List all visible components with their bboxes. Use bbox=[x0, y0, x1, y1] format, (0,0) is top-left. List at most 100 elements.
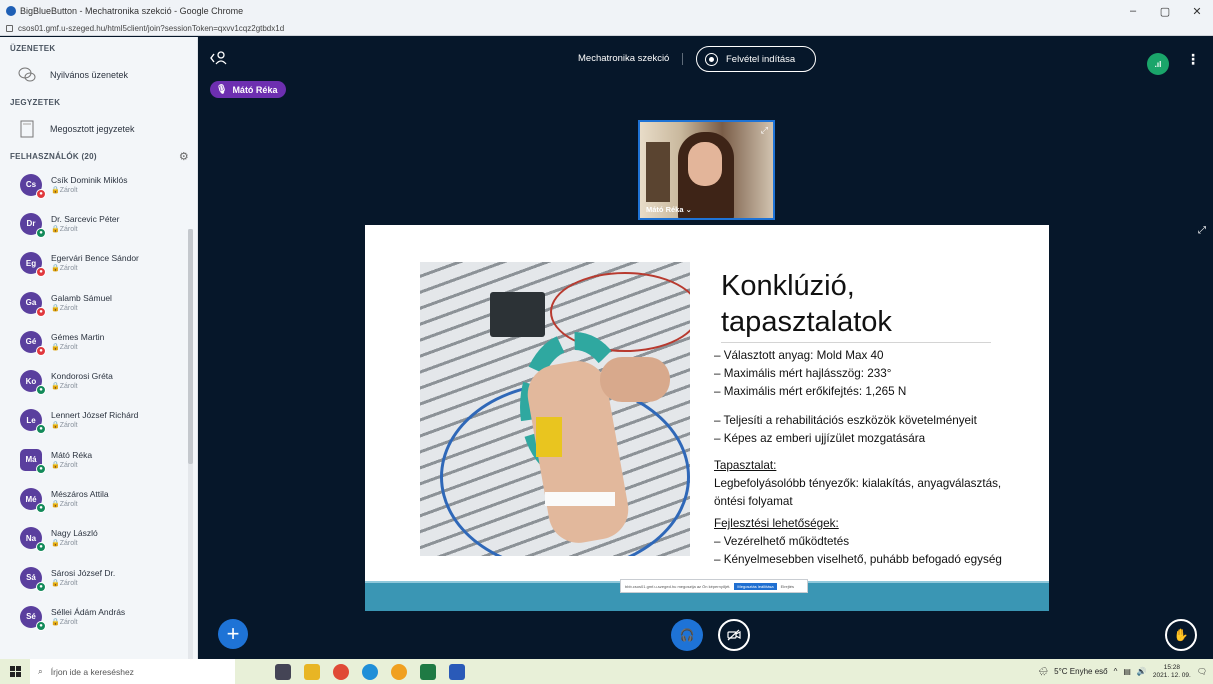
browser-titlebar: BigBlueButton - Mechatronika szekció - G… bbox=[0, 0, 1213, 22]
headphones-icon: ● bbox=[36, 463, 46, 474]
screen-share-notice: bbb.csos01.gmf.u-szeged.hu megosztja az … bbox=[620, 579, 808, 593]
start-recording-button[interactable]: Felvétel indítása bbox=[696, 46, 816, 72]
settings-gear-icon[interactable]: ⚙ bbox=[179, 150, 189, 163]
development-block: Fejlesztési lehetőségek: – Vezérelhető m… bbox=[714, 517, 1002, 566]
muted-mic-icon: ● bbox=[36, 306, 46, 317]
actions-plus-button[interactable]: + bbox=[218, 619, 248, 649]
windows-taskbar: ⌕ Írjon ide a kereséshez 🌧 5°C Enyhe eső… bbox=[0, 659, 1213, 684]
bullet-list-2: – Teljesíti a rehabilitációs eszközök kö… bbox=[714, 414, 977, 445]
photo-strap bbox=[545, 492, 615, 506]
experience-block: Tapasztalat: Legbefolyásolóbb tényezők: … bbox=[714, 459, 1002, 508]
network-icon[interactable]: ▤ bbox=[1123, 667, 1131, 676]
divider bbox=[682, 53, 683, 65]
user-item[interactable]: Na ● Nagy László 🔒Zárolt bbox=[0, 519, 197, 558]
user-item[interactable]: Ko ● Kondorosi Gréta 🔒Zárolt bbox=[0, 361, 197, 400]
document-icon bbox=[18, 120, 36, 138]
user-name: Gémes Martin bbox=[51, 331, 105, 342]
lock-icon bbox=[6, 25, 13, 32]
public-chat-item[interactable]: Nyilvános üzenetek bbox=[0, 59, 197, 91]
user-status: 🔒Zárolt bbox=[51, 422, 78, 430]
user-item[interactable]: Cs ● Csík Dominik Miklós 🔒Zárolt bbox=[0, 165, 197, 204]
shared-notes-item[interactable]: Megosztott jegyzetek bbox=[0, 113, 197, 145]
file-explorer-icon[interactable] bbox=[304, 663, 320, 680]
chat-bubbles-icon bbox=[18, 66, 36, 84]
user-status: 🔒Zárolt bbox=[51, 304, 78, 312]
user-name: Nagy László bbox=[51, 528, 98, 539]
tray-chevron-icon[interactable]: ^ bbox=[1114, 667, 1118, 676]
volume-icon[interactable]: 🔊 bbox=[1137, 667, 1147, 676]
search-icon: ⌕ bbox=[38, 666, 43, 676]
windows-start-icon[interactable] bbox=[0, 659, 30, 684]
notes-heading: JEGYZETEK bbox=[10, 97, 61, 107]
user-name: Kondorosi Gréta bbox=[51, 371, 113, 382]
user-item[interactable]: Gé ● Gémes Martin 🔒Zárolt bbox=[0, 322, 197, 361]
weather-text[interactable]: 5°C Enyhe eső bbox=[1054, 667, 1107, 676]
user-item[interactable]: Sé ● Séllei Ádám András 🔒Zárolt bbox=[0, 597, 197, 636]
hide-notice-link[interactable]: Elrejtés bbox=[781, 584, 794, 589]
chrome-icon[interactable] bbox=[333, 663, 349, 680]
muted-mic-icon: ● bbox=[36, 345, 46, 356]
headphones-icon: ● bbox=[36, 503, 46, 514]
photo-clip bbox=[536, 417, 562, 457]
maximize-button[interactable]: ▢ bbox=[1149, 5, 1181, 18]
address-bar[interactable]: csos01.gmf.u-szeged.hu/html5client/join?… bbox=[0, 22, 1213, 36]
main-presentation-area: 🎙 Mátó Réka Mechatronika szekció Felvéte… bbox=[198, 37, 1213, 659]
user-item[interactable]: Mé ● Mészáros Attila 🔒Zárolt bbox=[0, 479, 197, 518]
taskbar-clock[interactable]: 15:28 2021. 12. 09. bbox=[1153, 664, 1191, 680]
user-item[interactable]: Eg ● Egervári Bence Sándor 🔒Zárolt bbox=[0, 244, 197, 283]
user-name: Galamb Sámuel bbox=[51, 292, 112, 303]
record-icon bbox=[705, 52, 718, 66]
raise-hand-button[interactable]: ✋ bbox=[1165, 619, 1197, 651]
user-name: Lennert József Richárd bbox=[51, 410, 139, 421]
close-window-button[interactable]: ✕ bbox=[1181, 5, 1213, 18]
public-chat-label: Nyilvános üzenetek bbox=[50, 70, 129, 80]
user-name: Sárosi József Dr. bbox=[51, 567, 116, 578]
user-status: 🔒Zárolt bbox=[51, 186, 78, 194]
current-speaker-badge[interactable]: 🎙 Mátó Réka bbox=[210, 81, 287, 98]
taskbar-search[interactable]: ⌕ Írjon ide a kereséshez bbox=[30, 659, 235, 684]
toggle-userlist-icon[interactable] bbox=[210, 51, 228, 68]
minimize-button[interactable]: – bbox=[1117, 5, 1149, 17]
user-status: 🔒Zárolt bbox=[51, 540, 78, 548]
user-item[interactable]: Ga ● Galamb Sámuel 🔒Zárolt bbox=[0, 283, 197, 322]
task-view-icon[interactable] bbox=[275, 663, 291, 680]
options-menu-icon[interactable]: ⋮ bbox=[1186, 51, 1200, 68]
user-item[interactable]: Sá ● Sárosi József Dr. 🔒Zárolt bbox=[0, 558, 197, 597]
user-name: Csík Dominik Miklós bbox=[51, 174, 128, 185]
user-list-scrollbar[interactable] bbox=[188, 229, 193, 659]
headphones-icon: ● bbox=[36, 542, 46, 553]
user-status: 🔒Zárolt bbox=[51, 343, 78, 351]
system-tray: 🌧 5°C Enyhe eső ^ ▤ 🔊 15:28 2021. 12. 09… bbox=[1038, 659, 1207, 684]
avatar: Le ● bbox=[20, 409, 46, 435]
chrome-canary-icon[interactable] bbox=[391, 663, 407, 680]
stop-sharing-button[interactable]: Megosztás leállítása bbox=[734, 582, 777, 590]
avatar: Gé ● bbox=[20, 330, 46, 356]
connection-status-icon[interactable]: .ıl bbox=[1147, 53, 1169, 75]
avatar: Eg ● bbox=[20, 252, 46, 278]
camera-off-button[interactable] bbox=[718, 619, 750, 651]
notifications-icon[interactable]: 🗨 bbox=[1197, 667, 1207, 676]
user-item-self[interactable]: Má ● Mátó Réka 🔒Zárolt bbox=[0, 440, 197, 479]
fullscreen-icon[interactable]: ⤢ bbox=[761, 125, 768, 136]
users-heading: FELHASZNÁLÓK (20) ⚙ bbox=[10, 150, 189, 163]
bigbluebutton-favicon-icon bbox=[6, 6, 16, 16]
user-item[interactable]: Dr ● Dr. Sarcevic Péter 🔒Zárolt bbox=[0, 204, 197, 243]
muted-mic-icon: ● bbox=[36, 188, 46, 199]
taskbar-apps bbox=[275, 663, 465, 680]
muted-mic-icon: ● bbox=[36, 267, 46, 278]
user-item[interactable]: Le ● Lennert József Richárd 🔒Zárolt bbox=[0, 401, 197, 440]
word-icon[interactable] bbox=[449, 663, 465, 680]
photo-hand bbox=[600, 357, 670, 402]
weather-icon: 🌧 bbox=[1037, 667, 1049, 676]
messages-heading: ÜZENETEK bbox=[10, 43, 56, 53]
scrollbar-thumb[interactable] bbox=[188, 229, 193, 464]
webcam-video[interactable]: ⤢ Mátó Réka ⌄ bbox=[638, 120, 775, 220]
edge-icon[interactable] bbox=[362, 663, 378, 680]
presentation-fullscreen-icon[interactable]: ⤢ bbox=[1198, 225, 1206, 236]
microphone-icon: 🎙 bbox=[216, 84, 228, 94]
slide-rule bbox=[721, 342, 991, 343]
user-name: Mátó Réka bbox=[51, 449, 93, 460]
excel-icon[interactable] bbox=[420, 663, 436, 680]
webcam-user-label[interactable]: Mátó Réka ⌄ bbox=[646, 205, 692, 214]
headphones-button[interactable]: 🎧 bbox=[671, 619, 703, 651]
